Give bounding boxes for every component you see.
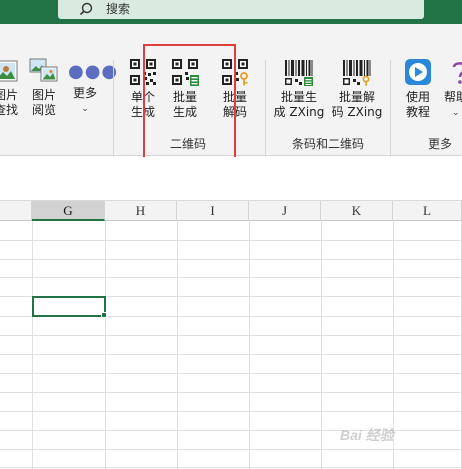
grid-line [0, 240, 462, 241]
find-images-button[interactable]: 图片 查找 [0, 58, 26, 118]
picture-icon [0, 60, 18, 82]
column-header-k[interactable]: K [321, 201, 393, 221]
grid-line [0, 411, 462, 412]
selected-cell[interactable] [32, 296, 106, 317]
help-question-icon [452, 62, 462, 84]
help-line1: 帮助 [444, 90, 462, 104]
search-box[interactable]: 搜索 [58, 0, 424, 19]
grid-line [0, 392, 462, 393]
search-placeholder: 搜索 [106, 2, 131, 16]
tutorial-line1: 使用 [405, 90, 430, 104]
highlight-box [143, 44, 236, 169]
play-video-icon [405, 59, 431, 85]
column-header-g[interactable]: G [32, 201, 105, 221]
column-header-row: G H I J K L [0, 201, 462, 221]
barcode-icon [285, 60, 313, 86]
batch-decode-zxing-line2: 码 ZXing [331, 105, 383, 119]
tutorial-button[interactable]: 使用 教程 [398, 58, 438, 120]
chevron-down-icon: ⌄ [81, 104, 89, 114]
separator [113, 60, 114, 170]
group-label-more: 更多 [427, 137, 452, 151]
batch-decode-zxing-line1: 批量解 [338, 90, 375, 104]
column-header-j[interactable]: J [249, 201, 321, 221]
column-header-l[interactable]: L [393, 201, 462, 221]
image-browse-line2: 阅览 [31, 103, 56, 117]
grid-line [0, 354, 462, 355]
more-button[interactable]: ●●● 更多 ⌄ [68, 58, 119, 117]
tutorial-line2: 教程 [405, 105, 430, 119]
separator [265, 60, 266, 170]
help-button[interactable]: 帮助 ⌄ [444, 58, 462, 121]
image-browse-button[interactable]: 图片 阅览 [26, 58, 62, 118]
column-header-stub[interactable] [0, 201, 32, 221]
batch-generate-zxing-button[interactable]: 批量生 成 ZXing [270, 58, 328, 120]
ribbon: 图片 查找 图片 阅览 ●●● 更多 ⌄ 单个 生成 [0, 24, 462, 170]
batch-generate-zxing-line1: 批量生 [280, 90, 317, 104]
find-images-line2: 查找 [0, 103, 18, 117]
group-label-barcode-qr: 条码和二维码 [291, 137, 364, 151]
batch-decode-zxing-button[interactable]: 批量解 码 ZXing [328, 58, 386, 120]
fill-handle[interactable] [101, 312, 107, 318]
formula-bar-area [0, 157, 462, 201]
column-header-i[interactable]: I [177, 201, 249, 221]
column-header-h[interactable]: H [105, 201, 177, 221]
grid-line [0, 373, 462, 374]
batch-generate-zxing-line2: 成 ZXing [273, 105, 325, 119]
search-icon [79, 2, 93, 16]
image-gallery-icon [29, 58, 58, 82]
more-dots-icon: ●●● [68, 61, 119, 82]
find-images-line1: 图片 [0, 88, 18, 102]
image-browse-line1: 图片 [31, 88, 56, 102]
more-label: 更多 [72, 86, 97, 100]
grid-line [0, 277, 462, 278]
separator [390, 60, 391, 170]
grid-line [0, 259, 462, 260]
grid-line [0, 449, 462, 450]
grid-line [0, 467, 462, 468]
chevron-down-icon: ⌄ [452, 108, 460, 118]
baidu-watermark: Bai 经验 [340, 427, 394, 443]
barcode-decode-icon [343, 60, 371, 86]
title-bar: 搜索 [0, 0, 462, 24]
grid-line [0, 335, 462, 336]
